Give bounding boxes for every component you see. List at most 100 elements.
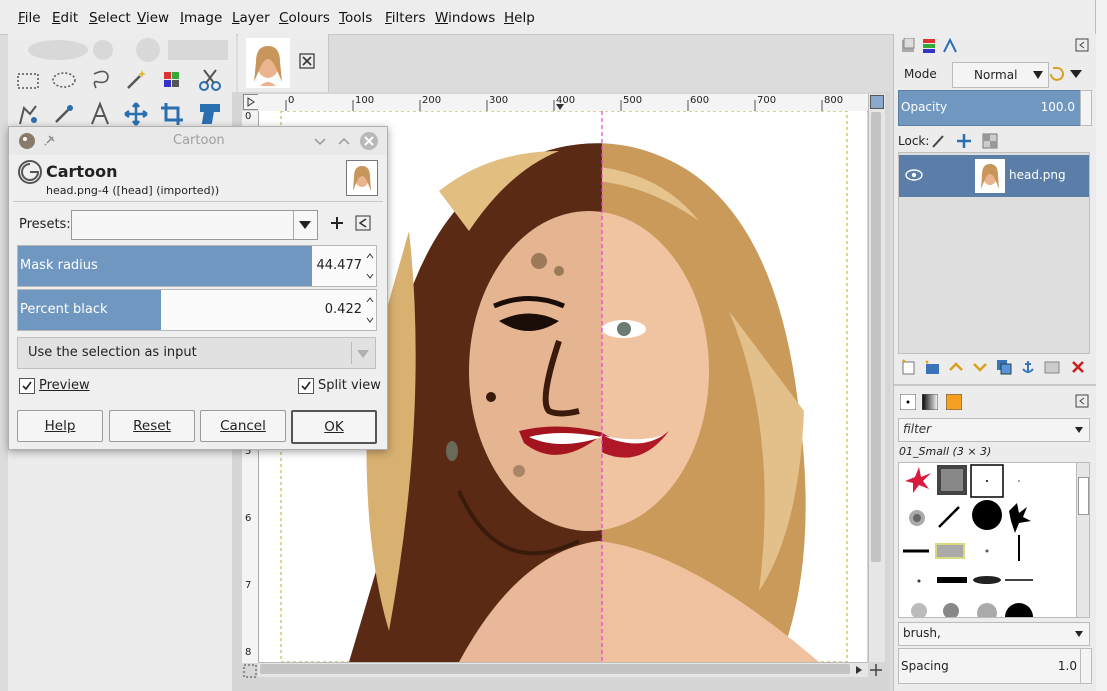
- brush-grid[interactable]: [898, 462, 1078, 618]
- zoom-fit-icon[interactable]: [243, 664, 257, 678]
- spacing-spin[interactable]: [1080, 648, 1092, 684]
- foreground-select-tool-icon[interactable]: [14, 100, 42, 128]
- rect-select-tool-icon[interactable]: [14, 66, 42, 94]
- gegl-filter-icon: [18, 160, 42, 184]
- opacity-slider[interactable]: Opacity 100.0: [898, 90, 1082, 126]
- ruler-label: 400: [556, 95, 576, 106]
- menu-edit[interactable]: Edit: [52, 10, 78, 26]
- mask-radius-slider[interactable]: Mask radius 44.477: [17, 245, 377, 287]
- opacity-value: 100.0: [1040, 100, 1075, 114]
- lasso-tool-icon[interactable]: [86, 66, 114, 94]
- lower-layer-icon[interactable]: [972, 359, 988, 375]
- dialog-titlebar[interactable]: Cartoon: [9, 127, 387, 155]
- scrollbar-thumb[interactable]: [871, 112, 881, 562]
- delete-layer-icon[interactable]: [1070, 359, 1086, 375]
- spacing-slider[interactable]: Spacing 1.0: [898, 648, 1082, 684]
- transform-tool-icon[interactable]: [196, 100, 224, 128]
- paths-tab-icon[interactable]: [942, 38, 958, 54]
- menu-colours[interactable]: Colours: [279, 10, 330, 26]
- brush-tag-combo[interactable]: brush,: [898, 622, 1090, 646]
- layers-tab-icon[interactable]: [900, 38, 916, 54]
- add-preset-icon[interactable]: [329, 215, 345, 231]
- preview-checkbox[interactable]: [19, 378, 35, 394]
- quick-mask-arrow-icon[interactable]: [243, 94, 259, 110]
- raise-layer-icon[interactable]: [948, 359, 964, 375]
- brushes-tab-icon[interactable]: [900, 394, 916, 410]
- new-layer-group-icon[interactable]: [924, 359, 940, 375]
- navigate-icon[interactable]: [870, 95, 884, 109]
- menu-help[interactable]: Help: [504, 10, 535, 26]
- gimp-app-icon: [19, 133, 35, 149]
- menu-layer[interactable]: Layer: [232, 10, 270, 26]
- menu-file[interactable]: File: [18, 10, 41, 26]
- scrollbar-thumb[interactable]: [260, 664, 850, 674]
- presets-combo[interactable]: [71, 210, 318, 240]
- fuzzy-select-tool-icon[interactable]: [122, 66, 150, 94]
- new-layer-icon[interactable]: [900, 359, 916, 375]
- scissors-tool-icon[interactable]: [196, 66, 224, 94]
- ellipse-select-tool-icon[interactable]: [50, 66, 78, 94]
- opacity-spin[interactable]: [1080, 90, 1092, 126]
- crop-tool-icon[interactable]: [158, 100, 186, 128]
- maximize-icon[interactable]: [337, 134, 351, 148]
- channels-tab-icon[interactable]: [921, 38, 937, 54]
- close-box-icon[interactable]: [299, 53, 315, 69]
- lock-position-icon[interactable]: [956, 133, 972, 149]
- panel-menu-icon[interactable]: [1075, 394, 1091, 410]
- lock-label: Lock:: [898, 134, 930, 148]
- reset-button[interactable]: Reset: [109, 410, 195, 442]
- menu-select[interactable]: Select: [89, 10, 131, 26]
- preview-thumbnail: [346, 160, 378, 196]
- filter-name: Cartoon: [46, 162, 118, 181]
- panel-menu-icon[interactable]: [1075, 38, 1091, 54]
- split-view-checkbox[interactable]: [298, 378, 314, 394]
- cancel-button[interactable]: Cancel: [200, 410, 286, 442]
- menu-filters[interactable]: Filters: [385, 10, 425, 26]
- ok-button[interactable]: OK: [291, 410, 377, 444]
- color-picker-tool-icon[interactable]: [50, 100, 78, 128]
- paths-tool-icon[interactable]: [86, 100, 114, 128]
- scroll-right-icon[interactable]: [853, 664, 865, 676]
- patterns-tab-icon[interactable]: [946, 394, 962, 410]
- select-by-color-tool-icon[interactable]: [158, 66, 186, 94]
- split-view-label[interactable]: Split view: [318, 378, 381, 393]
- layer-row[interactable]: head.png: [899, 155, 1089, 197]
- lock-alpha-icon[interactable]: [982, 133, 998, 149]
- brush-set-label: 01_Small (3 × 3): [899, 445, 992, 458]
- navigate-cross-icon[interactable]: [868, 662, 884, 678]
- lock-pixels-icon[interactable]: [930, 133, 946, 149]
- eye-visibility-icon[interactable]: [905, 169, 923, 181]
- close-icon[interactable]: [359, 131, 379, 151]
- menu-view[interactable]: View: [137, 10, 169, 26]
- chevron-down-icon[interactable]: [1070, 70, 1082, 80]
- spin-arrows-icon[interactable]: [365, 294, 375, 326]
- layer-thumbnail: [975, 159, 1005, 193]
- gradients-tab-icon[interactable]: [922, 394, 938, 410]
- image-tab-thumbnail[interactable]: [246, 38, 290, 88]
- percent-black-slider[interactable]: Percent black 0.422: [17, 289, 377, 331]
- input-mode-combo[interactable]: Use the selection as input: [17, 337, 376, 369]
- opacity-label: Opacity: [901, 100, 948, 114]
- vertical-scrollbar[interactable]: [868, 94, 885, 662]
- menu-image[interactable]: Image: [180, 10, 222, 26]
- move-tool-icon[interactable]: [122, 100, 150, 128]
- minimize-icon[interactable]: [313, 134, 327, 148]
- cartoon-dialog: Cartoon Cartoon head.png-4 ([head] (impo…: [8, 126, 388, 450]
- preview-label[interactable]: Preview: [39, 378, 90, 393]
- mode-combo[interactable]: Normal: [952, 62, 1049, 88]
- spin-arrows-icon[interactable]: [365, 250, 375, 282]
- duplicate-layer-icon[interactable]: [996, 359, 1012, 375]
- menu-tools[interactable]: Tools: [339, 10, 372, 26]
- mask-layer-icon[interactable]: [1044, 359, 1060, 375]
- anchor-layer-icon[interactable]: [1020, 359, 1036, 375]
- ruler-label: 100: [355, 95, 375, 106]
- brush-grid-scrollbar[interactable]: [1076, 462, 1090, 618]
- pin-icon[interactable]: [43, 133, 57, 147]
- horizontal-scrollbar[interactable]: [258, 662, 868, 677]
- help-button[interactable]: Help: [17, 410, 103, 442]
- brush-filter-combo[interactable]: filter: [898, 418, 1090, 442]
- scrollbar-thumb[interactable]: [1078, 477, 1089, 515]
- reset-mode-icon[interactable]: [1046, 64, 1066, 84]
- menu-windows[interactable]: Windows: [435, 10, 495, 26]
- preset-menu-icon[interactable]: [355, 215, 371, 231]
